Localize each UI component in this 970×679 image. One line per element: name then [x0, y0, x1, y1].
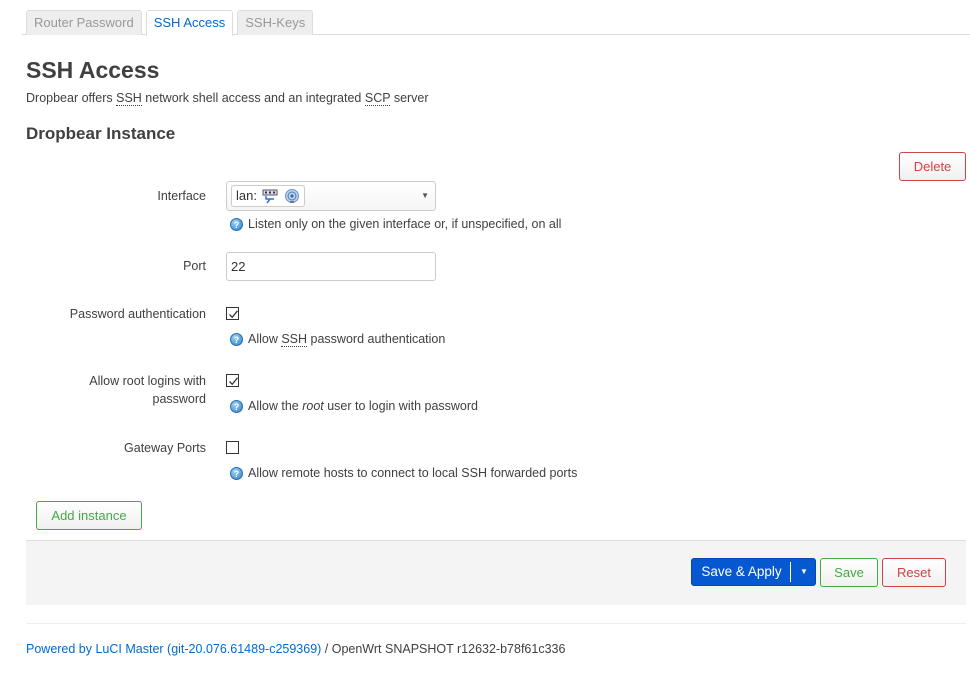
- help-text-part: user to login with password: [323, 399, 478, 413]
- wireless-icon: [285, 189, 299, 203]
- gateway-ports-label: Gateway Ports: [124, 441, 206, 455]
- gateway-ports-help-text: Allow remote hosts to connect to local S…: [248, 466, 578, 480]
- save-button[interactable]: Save: [820, 558, 878, 587]
- desc-text-2: network shell access and an integrated: [141, 91, 365, 105]
- checkmark-icon: [229, 377, 239, 386]
- root-login-label: Allow root logins with password: [26, 372, 206, 408]
- gateway-ports-help: ? Allow remote hosts to connect to local…: [230, 466, 577, 480]
- help-icon: ?: [230, 399, 243, 413]
- interface-label: Interface: [157, 189, 206, 203]
- port-input[interactable]: [226, 252, 436, 281]
- delete-button[interactable]: Delete: [899, 152, 966, 181]
- page-title: SSH Access: [26, 57, 160, 83]
- password-auth-help-text: Allow SSH password authentication: [248, 332, 446, 347]
- help-icon: ?: [230, 332, 243, 346]
- root-login-label-line2: password: [152, 392, 207, 406]
- desc-text-3: server: [390, 91, 429, 105]
- help-text-part: Allow the: [248, 399, 303, 413]
- add-instance-button[interactable]: Add instance: [36, 501, 142, 530]
- save-apply-label: Save & Apply: [701, 564, 782, 579]
- port-label: Port: [183, 259, 206, 273]
- save-apply-button[interactable]: Save & Apply ▼: [691, 558, 816, 586]
- help-icon: ?: [230, 217, 243, 231]
- interface-selected-chip: lan:: [231, 185, 305, 207]
- reset-button[interactable]: Reset: [882, 558, 946, 587]
- gateway-ports-checkbox[interactable]: [226, 441, 239, 454]
- root-login-help-text: Allow the root user to login with passwo…: [248, 399, 478, 413]
- ssh-abbr: SSH: [116, 91, 142, 106]
- interface-value: lan:: [236, 188, 257, 203]
- footer: Powered by LuCI Master (git-20.076.61489…: [26, 642, 565, 656]
- luci-link[interactable]: Powered by LuCI Master (git-20.076.61489…: [26, 642, 321, 656]
- root-emphasis: root: [302, 399, 324, 413]
- desc-text-1: Dropbear offers: [26, 91, 117, 105]
- root-login-label-line1: Allow root logins with: [89, 374, 206, 388]
- interface-help: ? Listen only on the given interface or,…: [230, 217, 561, 231]
- help-icon: ?: [230, 466, 243, 480]
- tab-ssh-keys[interactable]: SSH-Keys: [237, 10, 314, 35]
- ssh-abbr: SSH: [281, 332, 308, 347]
- tab-ssh-access[interactable]: SSH Access: [145, 10, 234, 36]
- section-title: Dropbear Instance: [26, 124, 176, 143]
- root-login-checkbox[interactable]: [226, 374, 239, 387]
- scp-abbr: SCP: [364, 91, 391, 106]
- tab-bar: Router Password SSH Access SSH-Keys: [22, 10, 970, 36]
- password-auth-help: ? Allow SSH password authentication: [230, 332, 446, 347]
- password-auth-checkbox[interactable]: [226, 307, 239, 320]
- help-text-part: password authentication: [307, 332, 446, 346]
- page-description: Dropbear offers SSH network shell access…: [26, 91, 429, 106]
- root-login-help: ? Allow the root user to login with pass…: [230, 399, 478, 413]
- interface-help-text: Listen only on the given interface or, i…: [248, 217, 562, 231]
- checkmark-icon: [229, 310, 239, 319]
- openwrt-version: / OpenWrt SNAPSHOT r12632-b78f61c336: [321, 642, 566, 656]
- interface-select[interactable]: lan: ▼: [226, 181, 436, 211]
- chevron-down-icon: ▼: [421, 191, 429, 200]
- footer-divider: [26, 623, 966, 624]
- tab-router-password[interactable]: Router Password: [26, 10, 142, 35]
- button-separator: [790, 562, 791, 582]
- save-apply-dropdown-toggle[interactable]: ▼: [792, 559, 816, 585]
- password-auth-label: Password authentication: [69, 307, 206, 321]
- help-text-part: Allow: [248, 332, 282, 346]
- ethernet-switch-icon: [262, 189, 278, 204]
